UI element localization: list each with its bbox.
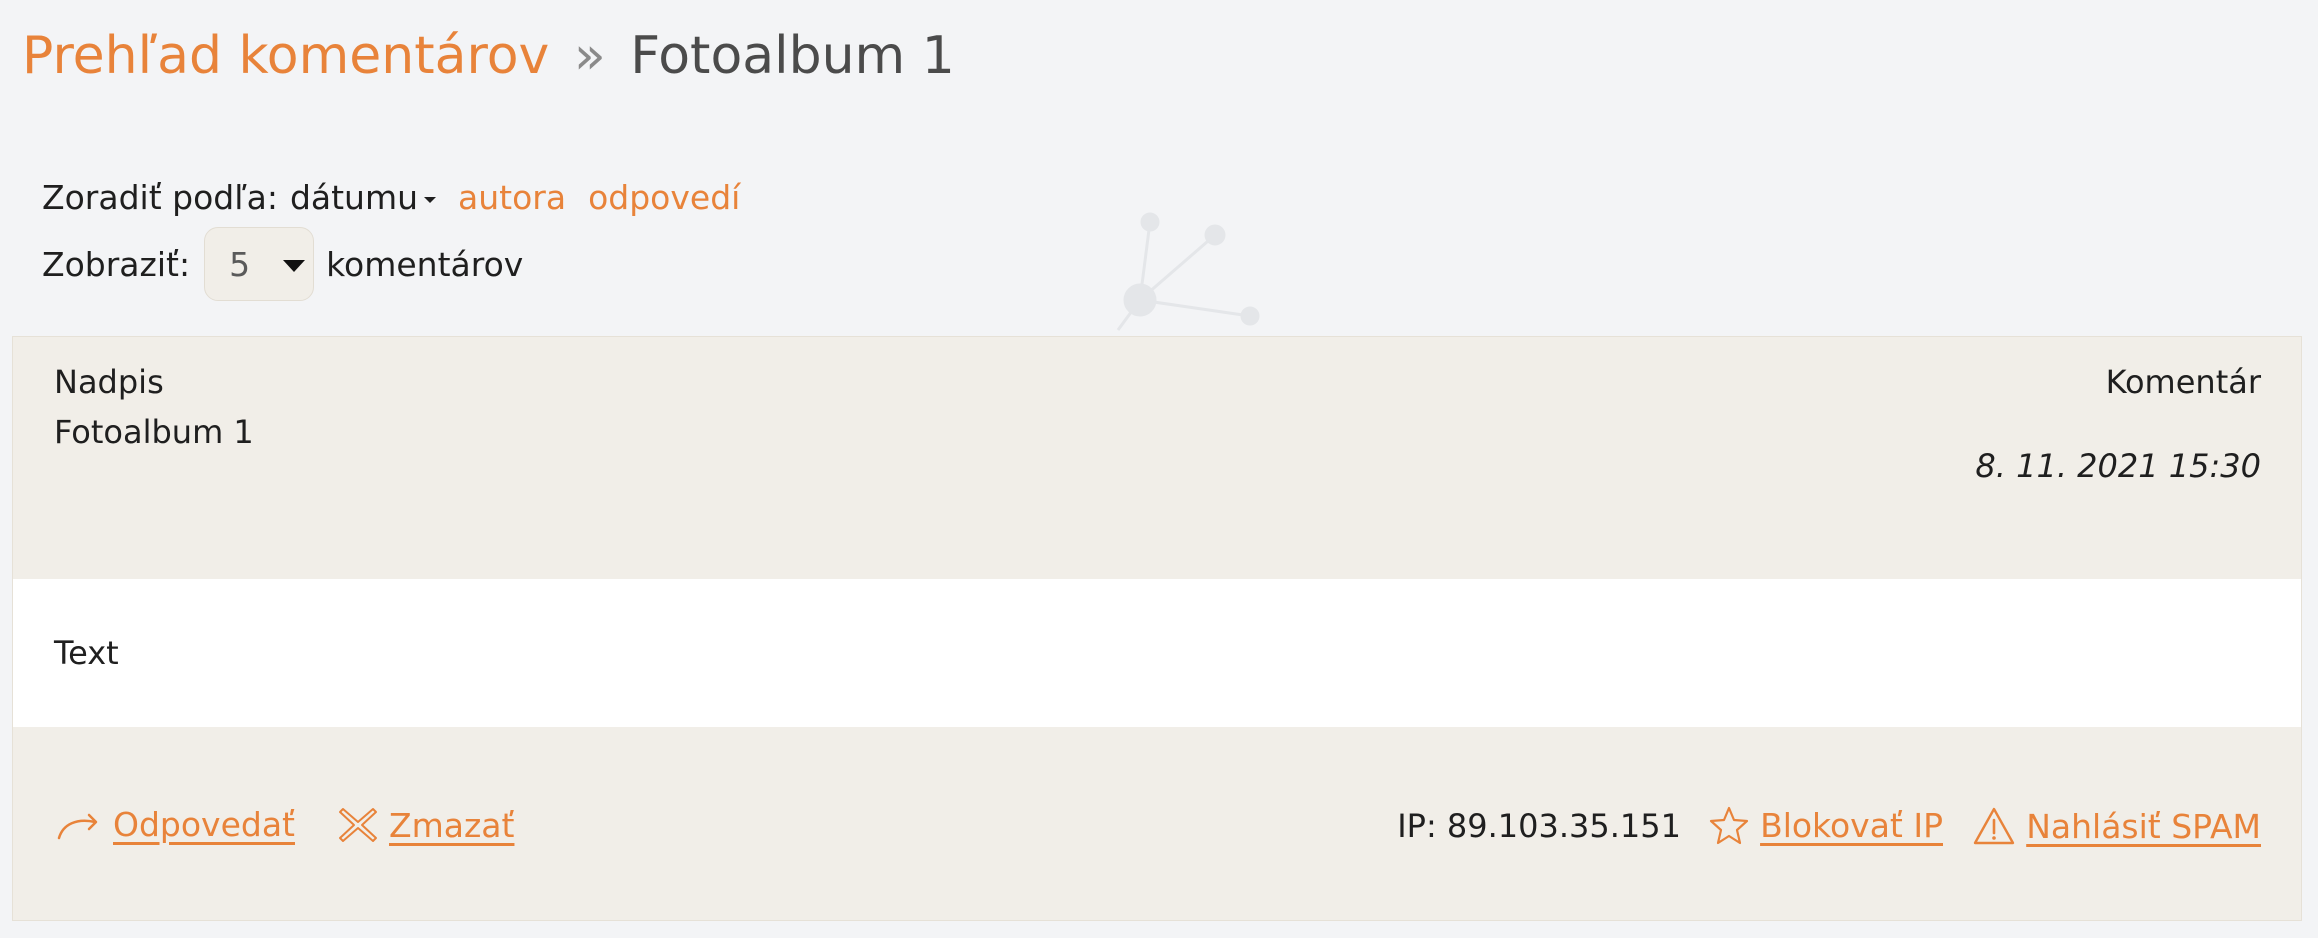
comment-title: Fotoalbum 1 xyxy=(54,413,254,451)
title-label: Nadpis xyxy=(54,363,164,401)
comment-date: 8. 11. 2021 15:30 xyxy=(1975,447,2261,485)
warning-triangle-icon xyxy=(1974,807,2015,845)
ip-address: IP: 89.103.35.151 xyxy=(1397,807,1681,845)
display-suffix: komentárov xyxy=(326,244,524,284)
block-ip-label: Blokovať IP xyxy=(1760,805,1943,845)
display-count-controls: Zobraziť: 5 komentárov xyxy=(42,226,523,302)
sort-active-label: dátumu xyxy=(289,177,419,217)
comment-actions: Odpovedať Zmazať IP: 89.103.35.151 Bloko… xyxy=(13,727,2301,922)
close-x-icon xyxy=(339,808,377,842)
sort-by-replies-link[interactable]: odpovedí xyxy=(588,178,740,217)
caret-down-icon xyxy=(424,197,437,203)
reply-button[interactable]: Odpovedať xyxy=(55,805,295,844)
page-title: Fotoalbum 1 xyxy=(630,26,955,86)
sort-label: Zoradiť podľa: xyxy=(42,177,278,217)
block-ip-button[interactable]: Blokovať IP xyxy=(1708,805,1943,845)
report-spam-button[interactable]: Nahlásiť SPAM xyxy=(1972,805,2261,847)
page-header: Prehľad komentárov » Fotoalbum 1 xyxy=(22,18,955,94)
breadcrumb-parent-link[interactable]: Prehľad komentárov xyxy=(22,26,549,86)
sort-by-author-link[interactable]: autora xyxy=(458,178,566,217)
breadcrumb-separator: » xyxy=(573,26,606,86)
select-value: 5 xyxy=(229,244,251,284)
comment-header: Nadpis Fotoalbum 1 Komentár 8. 11. 2021 … xyxy=(13,337,2301,579)
select-caret-icon xyxy=(283,260,306,272)
sort-controls: Zoradiť podľa: dátumu autora odpovedí xyxy=(42,170,740,224)
comment-card: Nadpis Fotoalbum 1 Komentár 8. 11. 2021 … xyxy=(12,336,2302,921)
comment-type-label: Komentár xyxy=(2105,363,2261,401)
comment-text: Text xyxy=(54,634,119,672)
star-icon xyxy=(1709,806,1749,845)
reply-label: Odpovedať xyxy=(113,805,295,844)
reply-arrow-icon xyxy=(57,813,98,839)
display-label: Zobraziť: xyxy=(42,244,191,284)
delete-button[interactable]: Zmazať xyxy=(337,805,514,845)
sort-by-date-dropdown[interactable]: dátumu xyxy=(289,177,437,217)
report-spam-label: Nahlásiť SPAM xyxy=(2026,806,2261,846)
comments-per-page-select[interactable]: 5 xyxy=(204,227,315,301)
comment-body: Text xyxy=(13,579,2301,727)
delete-label: Zmazať xyxy=(389,805,515,845)
